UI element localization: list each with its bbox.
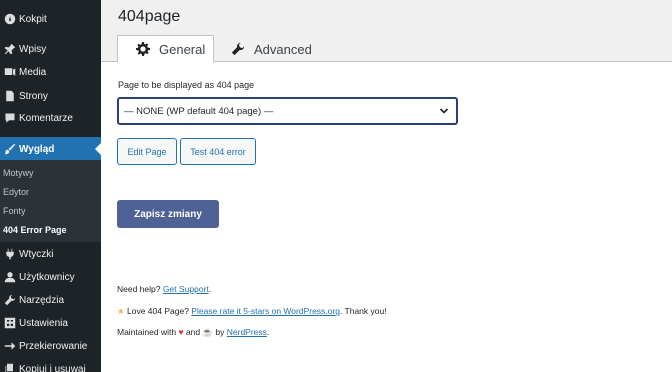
sidebar-item-label: Wtyczki [19,248,54,260]
rate-plugin-link[interactable]: Please rate it 5-stars on WordPress.org [191,306,340,316]
dashboard-icon [1,13,19,25]
nerdpress-link[interactable]: NerdPress [227,327,267,337]
sidebar-item-media[interactable]: Media [0,60,101,84]
sidebar-item-komentarze[interactable]: Komentarze [0,106,101,130]
submenu-item-fonty[interactable]: Fonty [3,206,26,216]
sidebar-item-label: Użytkownicy [19,271,75,283]
submenu-item-404-error-page[interactable]: 404 Error Page [3,225,67,235]
tab-label: Advanced [254,41,312,57]
page-select-dropdown[interactable]: — NONE (WP default 404 page) — [117,97,458,125]
save-button[interactable]: Zapisz zmiany [117,200,219,228]
sidebar-item-uzytkownicy[interactable]: Użytkownicy [0,265,101,289]
gear-icon [135,41,151,57]
admin-sidebar: Kokpit Wpisy Media Strony Komentarze Wyg… [0,0,101,372]
star-icon: ★ [117,306,125,316]
maintained-line: Maintained with ♥ and ☕ by NerdPress. [117,327,270,337]
comment-icon [1,112,19,124]
chevron-down-icon [439,108,449,114]
sidebar-item-label: Ustawienia [19,317,68,329]
sidebar-item-kokpit[interactable]: Kokpit [0,7,101,31]
page-select-value: — NONE (WP default 404 page) — [124,105,274,117]
test-404-button[interactable]: Test 404 error [180,138,256,165]
sidebar-item-strony[interactable]: Strony [0,84,101,108]
settings-icon [1,317,19,329]
brush-icon [1,143,19,155]
coffee-icon: ☕ [202,327,214,337]
sidebar-item-wtyczki[interactable]: Wtyczki [0,242,101,266]
sidebar-item-ustawienia[interactable]: Ustawienia [0,311,101,335]
submenu-item-edytor[interactable]: Edytor [3,187,29,197]
wrench-icon [230,41,246,57]
wrench-icon [1,294,19,306]
tab-general[interactable]: General [117,35,214,63]
page-header: 404page General Advanced [101,0,672,63]
heart-icon: ♥ [178,327,184,337]
get-support-link[interactable]: Get Support [163,284,209,294]
tab-advanced[interactable]: Advanced [230,35,340,63]
sidebar-item-label: Przekierowanie [19,340,88,352]
plugin-icon [1,248,19,260]
sidebar-item-label: Kopiuj i usuwaj [19,363,86,372]
user-icon [1,271,19,283]
sidebar-item-label: Kokpit [19,13,47,25]
sidebar-item-label: Komentarze [19,112,73,124]
rating-line: ★ Love 404 Page? Please rate it 5-stars … [117,306,387,316]
help-line: Need help? Get Support. [117,284,212,294]
sidebar-item-przekierowanie[interactable]: Przekierowanie [0,334,101,358]
sidebar-item-label: Wpisy [19,43,47,55]
appearance-submenu: Motywy Edytor Fonty 404 Error Page [0,160,101,242]
edit-page-button[interactable]: Edit Page [117,138,177,165]
sidebar-item-label: Strony [19,90,48,102]
submenu-item-motywy[interactable]: Motywy [3,168,34,178]
page-select-label: Page to be displayed as 404 page [118,80,255,90]
page-icon [1,90,19,102]
pin-icon [1,43,19,55]
sidebar-item-wyglad[interactable]: Wygląd [0,137,101,161]
sidebar-item-label: Wygląd [19,143,55,155]
media-icon [1,66,19,78]
sidebar-item-label: Media [19,66,47,78]
copy-icon [1,363,19,372]
redirect-icon [1,340,19,352]
sidebar-item-label: Narzędzia [19,294,65,306]
sidebar-item-kopiuj-i-usuwaj[interactable]: Kopiuj i usuwaj [0,357,101,372]
sidebar-item-wpisy[interactable]: Wpisy [0,37,101,61]
tab-label: General [159,41,206,57]
sidebar-item-narzedzia[interactable]: Narzędzia [0,288,101,312]
page-title: 404page [118,8,181,25]
